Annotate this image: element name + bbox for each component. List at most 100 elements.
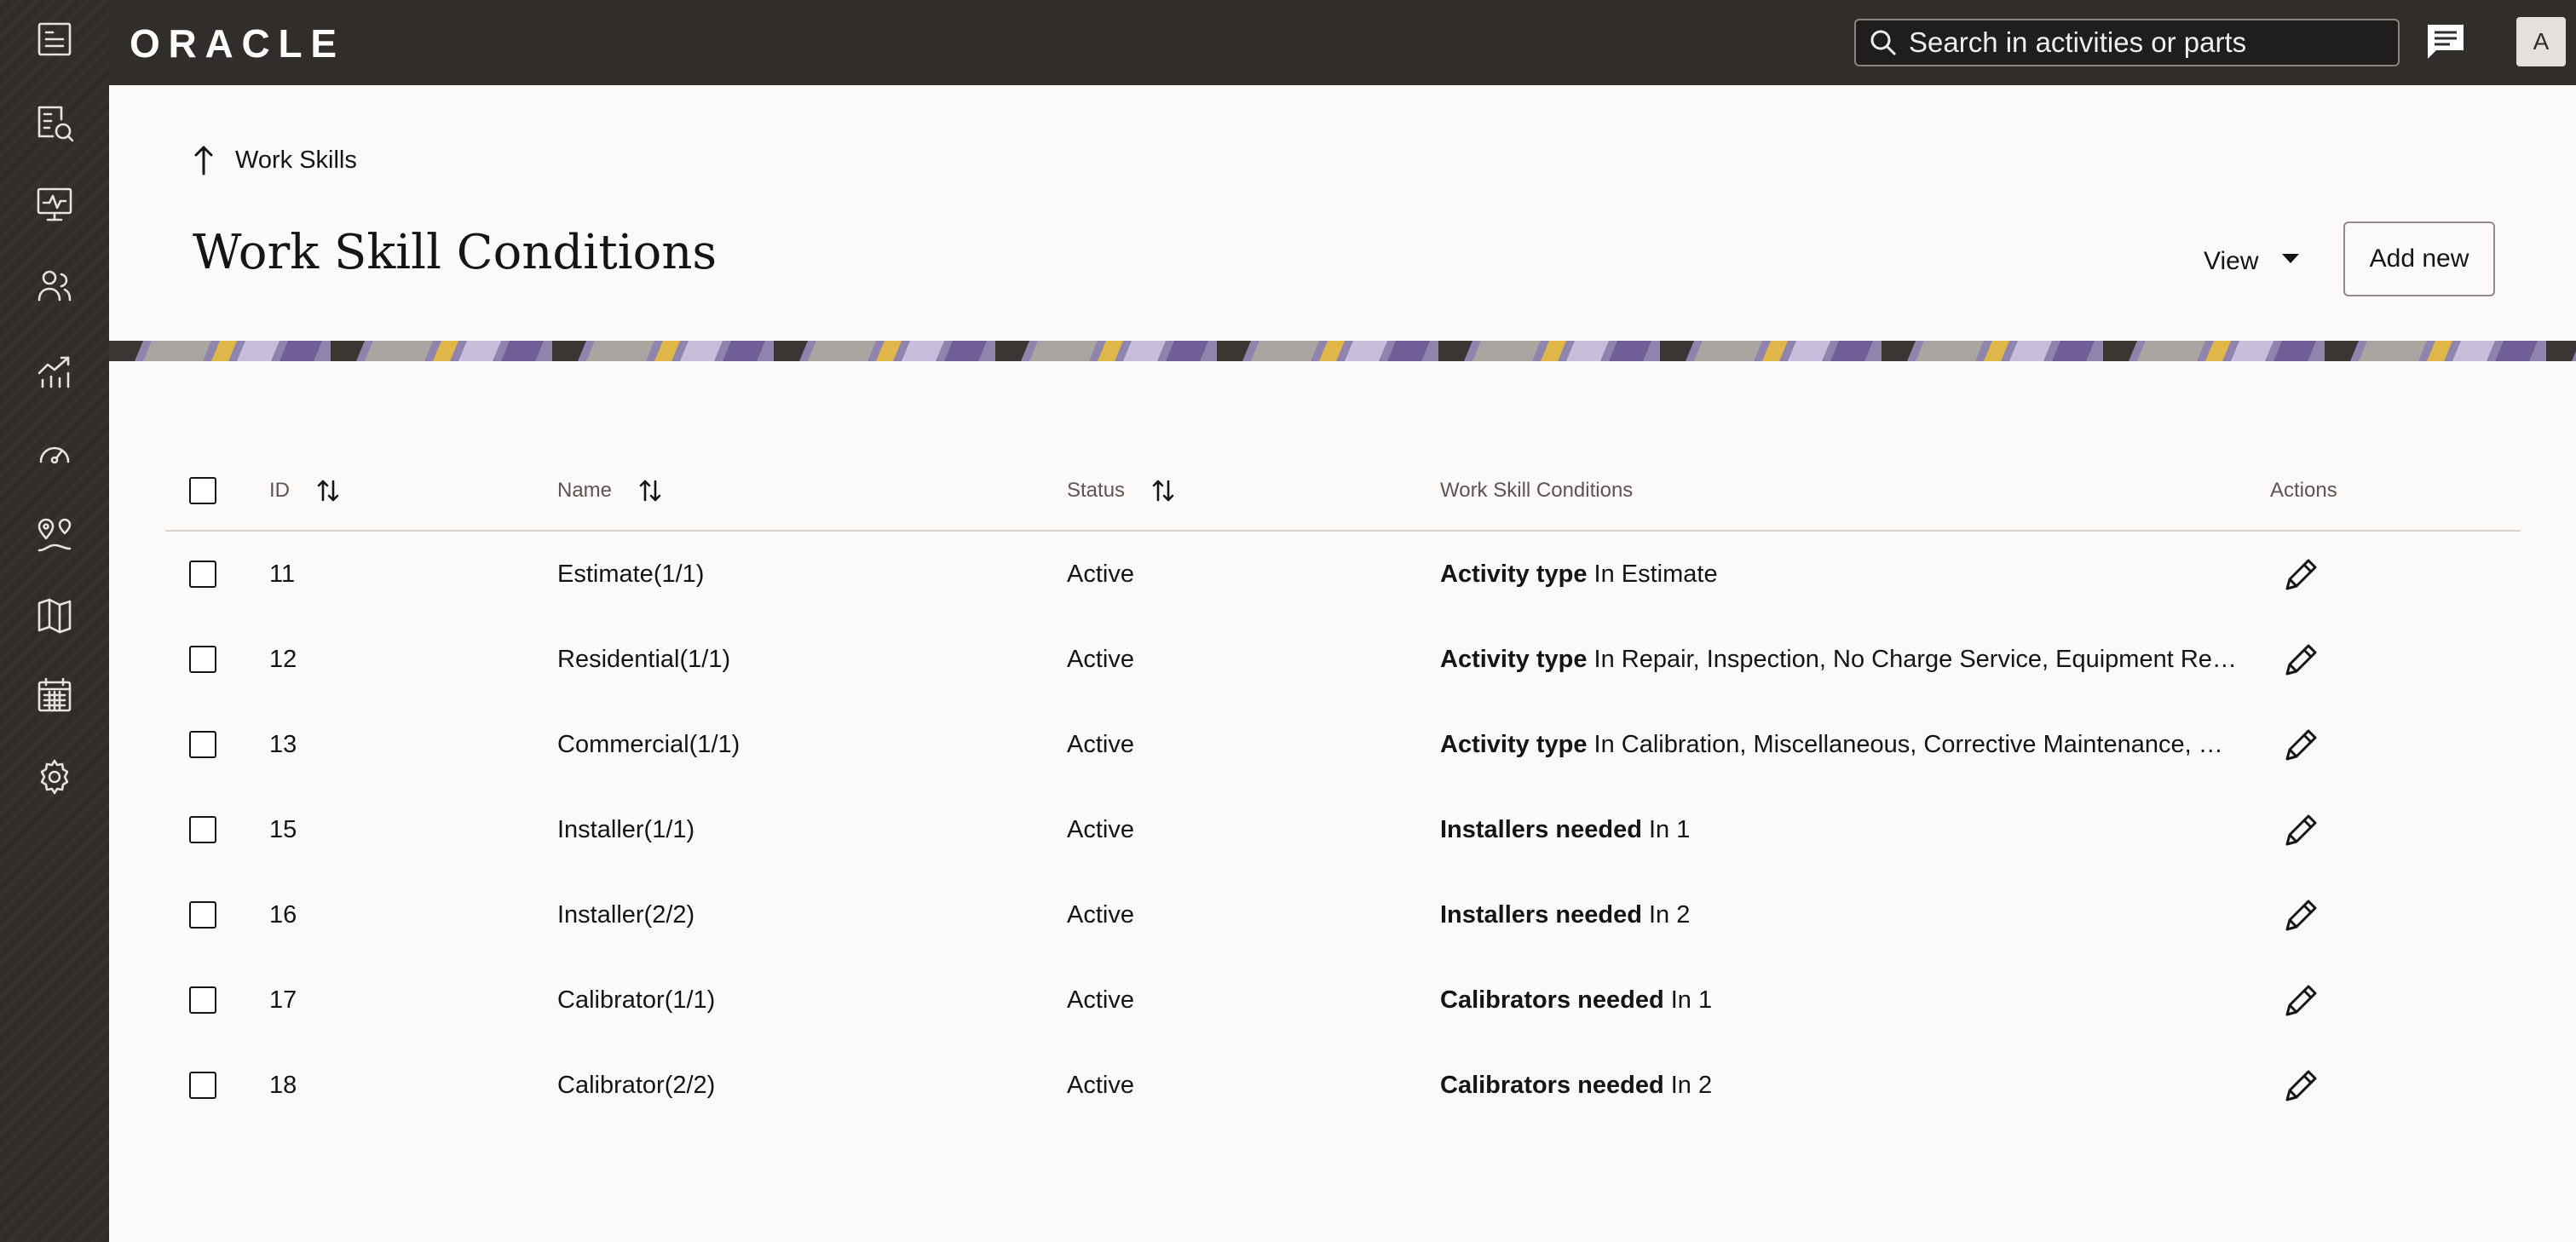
row-checkbox[interactable]	[189, 731, 216, 758]
row-status: Active	[1067, 730, 1134, 758]
navigation-rail	[0, 0, 109, 1242]
row-checkbox[interactable]	[189, 901, 216, 929]
row-id: 17	[269, 986, 297, 1014]
decorative-banner	[109, 341, 2576, 361]
table-body: 11 Estimate(1/1) Active Activity type In…	[165, 532, 2521, 1128]
table-row[interactable]: 13 Commercial(1/1) Active Activity type …	[165, 702, 2521, 787]
table-row[interactable]: 16 Installer(2/2) Active Installers need…	[165, 872, 2521, 957]
add-new-button[interactable]: Add new	[2343, 221, 2495, 296]
user-avatar[interactable]: A	[2516, 17, 2566, 66]
row-id: 12	[269, 645, 297, 673]
row-id: 13	[269, 730, 297, 758]
page-title: Work Skill Conditions	[193, 225, 717, 280]
dashboard-icon[interactable]	[27, 426, 82, 480]
column-header-conditions: Work Skill Conditions	[1440, 479, 1634, 502]
routing-icon[interactable]	[27, 508, 82, 562]
table-row[interactable]: 11 Estimate(1/1) Active Activity type In…	[165, 532, 2521, 617]
chat-icon[interactable]	[2422, 19, 2469, 66]
condition-field: Installers needed	[1440, 900, 1642, 929]
oracle-logo-wordmark: ORACLE	[130, 21, 337, 66]
search-input[interactable]	[1909, 26, 2386, 59]
back-to-work-skills-link[interactable]: Work Skills	[191, 136, 357, 184]
edit-icon[interactable]	[2279, 807, 2325, 853]
table-row[interactable]: 12 Residential(1/1) Active Activity type…	[165, 617, 2521, 702]
column-header-id[interactable]: ID	[269, 479, 290, 503]
row-condition: Calibrators needed In 2	[1440, 1072, 1712, 1100]
row-id: 15	[269, 815, 297, 843]
row-condition: Calibrators needed In 1	[1440, 986, 1712, 1015]
column-header-name[interactable]: Name	[557, 479, 612, 503]
row-condition: Installers needed In 2	[1440, 901, 1690, 929]
sort-icon[interactable]	[315, 478, 341, 503]
map-icon[interactable]	[27, 588, 82, 642]
edit-icon[interactable]	[2279, 722, 2325, 768]
edit-icon[interactable]	[2279, 1062, 2325, 1108]
row-name: Installer(1/1)	[557, 815, 695, 843]
row-checkbox[interactable]	[189, 561, 216, 588]
row-name: Calibrator(2/2)	[557, 1071, 716, 1099]
edit-icon[interactable]	[2279, 636, 2325, 682]
arrow-up-icon	[194, 146, 213, 175]
row-id: 16	[269, 900, 297, 929]
view-menu-label: View	[2204, 247, 2259, 275]
work-skill-conditions-table: ID Name Status Work Skill Conditions Act…	[165, 451, 2521, 1128]
condition-field: Installers needed	[1440, 815, 1642, 843]
activity-list-icon[interactable]	[27, 95, 82, 150]
row-checkbox[interactable]	[189, 646, 216, 673]
condition-field: Activity type	[1440, 560, 1588, 588]
oracle-logo: ORACLE	[130, 20, 343, 66]
column-header-actions: Actions	[2270, 479, 2337, 502]
select-all-checkbox[interactable]	[189, 477, 216, 504]
search-box[interactable]	[1854, 19, 2400, 66]
condition-value: In Repair, Inspection, No Charge Service…	[1593, 645, 2237, 673]
resources-icon[interactable]	[27, 259, 82, 313]
calendar-icon[interactable]	[27, 668, 82, 722]
column-header-status[interactable]: Status	[1067, 479, 1125, 503]
row-name: Estimate(1/1)	[557, 560, 705, 588]
row-status: Active	[1067, 645, 1134, 673]
table-row[interactable]: 17 Calibrator(1/1) Active Calibrators ne…	[165, 957, 2521, 1043]
dispatch-console-icon[interactable]	[27, 12, 82, 66]
edit-icon[interactable]	[2279, 892, 2325, 938]
row-status: Active	[1067, 560, 1134, 588]
row-condition: Activity type In Calibration, Miscellane…	[1440, 731, 2223, 759]
condition-field: Activity type	[1440, 730, 1588, 758]
table-row[interactable]: 15 Installer(1/1) Active Installers need…	[165, 787, 2521, 872]
row-status: Active	[1067, 815, 1134, 843]
condition-field: Calibrators needed	[1440, 1071, 1664, 1099]
condition-value: In Calibration, Miscellaneous, Correctiv…	[1593, 730, 2223, 758]
monitor-icon[interactable]	[27, 177, 82, 232]
table-header-row: ID Name Status Work Skill Conditions Act…	[165, 451, 2521, 532]
sort-icon[interactable]	[1150, 478, 1176, 503]
row-condition: Activity type In Repair, Inspection, No …	[1440, 646, 2237, 674]
sort-icon[interactable]	[637, 478, 663, 503]
search-icon	[1870, 30, 1897, 56]
edit-icon[interactable]	[2279, 551, 2325, 597]
row-name: Residential(1/1)	[557, 645, 731, 673]
row-checkbox[interactable]	[189, 816, 216, 843]
row-checkbox[interactable]	[189, 1072, 216, 1099]
row-checkbox[interactable]	[189, 986, 216, 1014]
table-row[interactable]: 18 Calibrator(2/2) Active Calibrators ne…	[165, 1043, 2521, 1128]
edit-icon[interactable]	[2279, 977, 2325, 1023]
condition-field: Activity type	[1440, 645, 1588, 673]
row-id: 11	[269, 560, 296, 588]
caret-down-icon	[2282, 253, 2300, 263]
row-id: 18	[269, 1071, 297, 1099]
row-condition: Activity type In Estimate	[1440, 561, 1718, 589]
condition-value: In Estimate	[1593, 560, 1718, 588]
row-name: Calibrator(1/1)	[557, 986, 716, 1014]
view-menu-button[interactable]: View	[2204, 240, 2300, 283]
settings-icon[interactable]	[27, 750, 82, 804]
back-link-label: Work Skills	[235, 146, 357, 174]
row-condition: Installers needed In 1	[1440, 816, 1690, 844]
condition-value: In 1	[1649, 815, 1691, 843]
row-status: Active	[1067, 986, 1134, 1014]
row-status: Active	[1067, 900, 1134, 929]
condition-field: Calibrators needed	[1440, 986, 1664, 1014]
analytics-icon[interactable]	[27, 344, 82, 399]
row-status: Active	[1067, 1071, 1134, 1099]
row-name: Installer(2/2)	[557, 900, 695, 929]
row-name: Commercial(1/1)	[557, 730, 741, 758]
condition-value: In 1	[1670, 986, 1713, 1014]
